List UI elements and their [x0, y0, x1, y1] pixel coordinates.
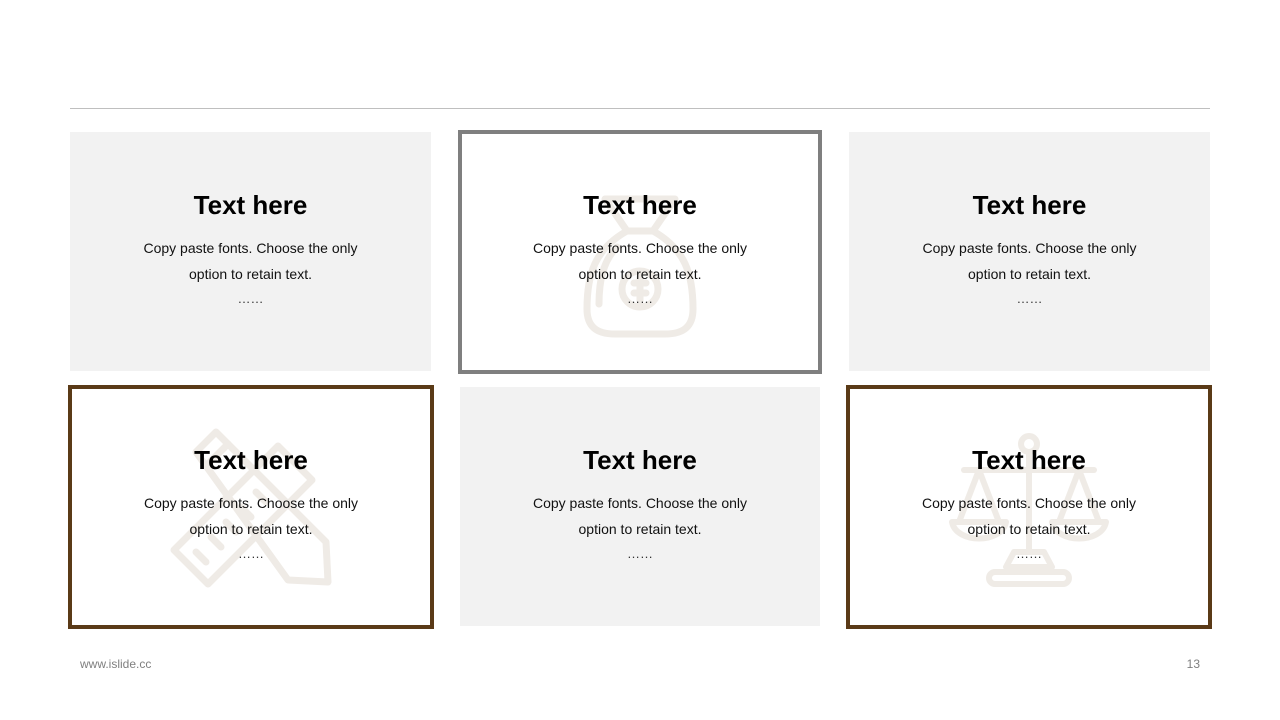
card-ellipsis: …… [238, 546, 264, 561]
page-number: 13 [1186, 657, 1200, 671]
card-ellipsis: …… [237, 291, 264, 306]
card-ellipsis: …… [1016, 291, 1043, 306]
slide: Text here Copy paste fonts. Choose the o… [0, 0, 1280, 720]
card-title: Text here [194, 445, 308, 475]
card-title: Text here [583, 445, 697, 475]
top-divider [70, 108, 1210, 109]
card-body: Copy paste fonts. Choose the only option… [532, 495, 748, 537]
card-4: Text here Copy paste fonts. Choose the o… [68, 385, 434, 629]
card-ellipsis: …… [1016, 546, 1042, 561]
card-body: Copy paste fonts. Choose the only option… [532, 240, 748, 282]
card-title: Text here [972, 445, 1086, 475]
footer-url: www.islide.cc [80, 657, 152, 671]
card-1: Text here Copy paste fonts. Choose the o… [70, 132, 431, 371]
card-6: Text here Copy paste fonts. Choose the o… [846, 385, 1212, 629]
card-body: Copy paste fonts. Choose the only option… [922, 240, 1137, 282]
card-body: Copy paste fonts. Choose the only option… [143, 495, 359, 537]
card-ellipsis: …… [627, 291, 653, 306]
card-3: Text here Copy paste fonts. Choose the o… [849, 132, 1210, 371]
card-body: Copy paste fonts. Choose the only option… [921, 495, 1137, 537]
card-ellipsis: …… [627, 546, 653, 561]
card-5: Text here Copy paste fonts. Choose the o… [460, 387, 820, 626]
card-body: Copy paste fonts. Choose the only option… [143, 240, 358, 282]
card-title: Text here [193, 190, 308, 220]
card-title: Text here [972, 190, 1087, 220]
card-title: Text here [583, 190, 697, 220]
card-2: Text here Copy paste fonts. Choose the o… [458, 130, 822, 374]
